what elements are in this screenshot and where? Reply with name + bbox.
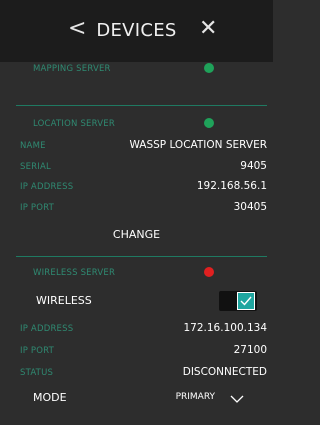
name-label: NAME [20,141,46,151]
divider [16,105,267,106]
wireless-label: WIRELESS [36,294,92,307]
ip-address-label: IP ADDRESS [20,182,74,192]
location-server-label: LOCATION SERVER [33,119,115,129]
ip-port-value: 30405 [233,201,267,213]
serial-value: 9405 [240,160,267,172]
change-button[interactable]: CHANGE [0,228,273,241]
location-server-status-dot [204,118,214,128]
name-value: WASSP LOCATION SERVER [129,139,267,151]
ip-address-label: IP ADDRESS [20,324,74,334]
checkmark-icon [237,292,255,310]
ip-port-label: IP PORT [20,346,55,356]
mode-select[interactable]: PRIMARY [176,392,215,402]
header-bar: < DEVICES ✕ [0,0,273,62]
mapping-server-status-dot [204,63,214,73]
status-label: STATUS [20,368,54,378]
mapping-server-label: MAPPING SERVER [33,64,111,74]
wireless-toggle[interactable] [219,291,257,311]
divider [16,256,267,257]
ip-port-value: 27100 [233,344,267,356]
serial-label: SERIAL [20,162,51,172]
ip-port-label: IP PORT [20,203,55,213]
mode-label: MODE [33,391,67,404]
ip-address-value: 172.16.100.134 [183,322,268,334]
status-value: DISCONNECTED [182,366,267,378]
ip-address-value: 192.168.56.1 [196,180,267,192]
page-title: DEVICES [96,20,177,41]
chevron-down-icon[interactable] [230,389,244,408]
close-icon[interactable]: ✕ [199,16,217,41]
wireless-server-label: WIRELESS SERVER [33,268,116,278]
wireless-server-status-dot [204,267,214,277]
